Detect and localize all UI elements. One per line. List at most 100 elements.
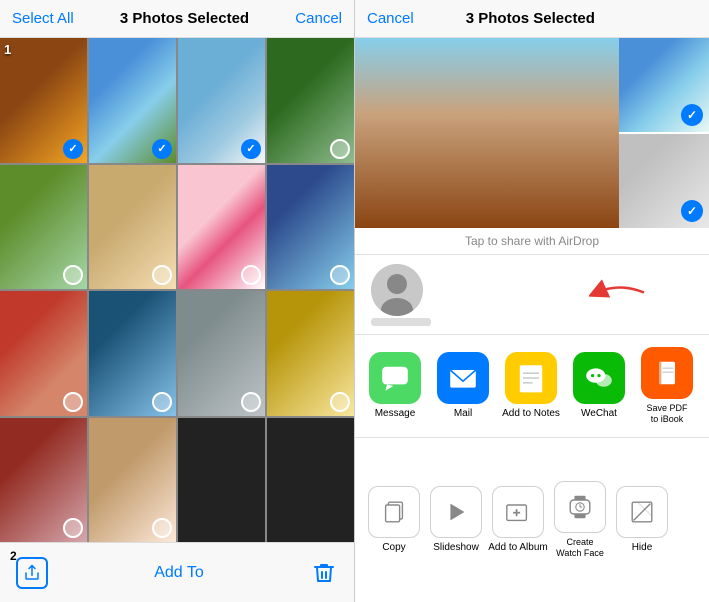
preview-side — [619, 38, 709, 228]
airdrop-hint: Tap to share with AirDrop — [355, 228, 709, 255]
left-panel: Select All 3 Photos Selected Cancel 1 — [0, 0, 355, 602]
wechat-bubble-icon — [583, 362, 615, 394]
action-copy[interactable]: Copy — [363, 486, 425, 554]
people-row — [355, 255, 709, 335]
notes-page-icon — [515, 362, 547, 394]
photo-cell-3[interactable] — [178, 38, 265, 163]
mail-icon — [437, 352, 489, 404]
preview-side-photo-1 — [619, 38, 709, 132]
photo-cell-4[interactable] — [267, 38, 354, 163]
slideshow-play-icon — [442, 498, 470, 526]
app-ibooks[interactable]: Save PDFto iBook — [635, 347, 699, 425]
photo-check-7 — [241, 265, 261, 285]
photo-check-11 — [241, 392, 261, 412]
photo-grid: 1 — [0, 38, 354, 542]
avatar-icon — [371, 264, 423, 316]
right-panel: Cancel 3 Photos Selected Tap to share wi… — [355, 0, 709, 602]
share-icon — [23, 564, 41, 582]
trash-icon — [312, 561, 336, 585]
action-watch-face-label: CreateWatch Face — [556, 537, 604, 559]
app-wechat-label: WeChat — [581, 408, 617, 420]
photo-cell-2[interactable] — [89, 38, 176, 163]
watch-icon — [566, 493, 594, 521]
mail-envelope-icon — [447, 362, 479, 394]
preview-area — [355, 38, 709, 228]
app-notes[interactable]: Add to Notes — [499, 352, 563, 420]
app-notes-label: Add to Notes — [502, 408, 560, 420]
photo-cell-empty1 — [178, 418, 265, 543]
photo-check-14 — [152, 518, 172, 538]
photo-check-9 — [63, 392, 83, 412]
photo-check-10 — [152, 392, 172, 412]
select-all-button[interactable]: Select All — [12, 10, 74, 27]
app-ibooks-label: Save PDFto iBook — [646, 403, 687, 425]
action-hide[interactable]: Hide — [611, 486, 673, 554]
app-message[interactable]: Message — [363, 352, 427, 420]
photo-check-6 — [152, 265, 172, 285]
photo-check-3 — [241, 139, 261, 159]
message-icon — [369, 352, 421, 404]
photo-check-2 — [152, 139, 172, 159]
actions-row: Copy Slideshow Add to Album — [355, 438, 709, 602]
add-to-button[interactable]: Add To — [154, 564, 204, 582]
photo-check-8 — [330, 265, 350, 285]
message-bubble-icon — [379, 362, 411, 394]
left-header: Select All 3 Photos Selected Cancel — [0, 0, 354, 38]
delete-button[interactable] — [310, 559, 338, 587]
app-mail[interactable]: Mail — [431, 352, 495, 420]
app-mail-label: Mail — [454, 408, 472, 420]
wechat-icon — [573, 352, 625, 404]
watch-face-icon-box — [554, 481, 606, 533]
action-slideshow[interactable]: Slideshow — [425, 486, 487, 554]
action-add-album-label: Add to Album — [488, 542, 547, 554]
ibooks-book-icon — [651, 357, 683, 389]
photo-number-1: 1 — [4, 42, 11, 57]
person-info — [371, 264, 431, 326]
ibooks-icon — [641, 347, 693, 399]
photo-check-12 — [330, 392, 350, 412]
left-footer: 2 Add To — [0, 542, 354, 602]
photo-check-5 — [63, 265, 83, 285]
photo-cell-7[interactable] — [178, 165, 265, 290]
photo-cell-5[interactable] — [0, 165, 87, 290]
left-selected-title: 3 Photos Selected — [120, 10, 249, 27]
action-watch-face[interactable]: CreateWatch Face — [549, 481, 611, 559]
app-message-label: Message — [375, 408, 416, 420]
right-selected-title: 3 Photos Selected — [466, 10, 595, 27]
photo-cell-10[interactable] — [89, 291, 176, 416]
preview-side-photo-2 — [619, 134, 709, 228]
right-cancel-button[interactable]: Cancel — [367, 10, 414, 27]
action-slideshow-label: Slideshow — [433, 542, 479, 554]
photo-cell-6[interactable] — [89, 165, 176, 290]
photo-cell-9[interactable] — [0, 291, 87, 416]
photo-cell-13[interactable] — [0, 418, 87, 543]
hide-icon-box — [616, 486, 668, 538]
left-cancel-button[interactable]: Cancel — [295, 10, 342, 27]
right-header: Cancel 3 Photos Selected — [355, 0, 709, 38]
photo-cell-1[interactable]: 1 — [0, 38, 87, 163]
preview-check-1 — [681, 104, 703, 126]
photo-cell-12[interactable] — [267, 291, 354, 416]
slideshow-icon-box — [430, 486, 482, 538]
person-name-bar — [371, 318, 431, 326]
photo-check-1 — [63, 139, 83, 159]
hide-icon — [628, 498, 656, 526]
photo-check-4 — [330, 139, 350, 159]
share-button[interactable] — [16, 557, 48, 589]
preview-main-photo — [355, 38, 619, 228]
person-avatar — [371, 264, 423, 316]
footer-number: 2 — [10, 549, 17, 563]
photo-check-13 — [63, 518, 83, 538]
apps-row: Message Mail Add to Notes — [355, 335, 709, 438]
photo-cell-11[interactable] — [178, 291, 265, 416]
photo-cell-empty2 — [267, 418, 354, 543]
add-album-icon — [504, 498, 532, 526]
photo-cell-14[interactable] — [89, 418, 176, 543]
action-add-album[interactable]: Add to Album — [487, 486, 549, 554]
red-arrow-icon — [589, 277, 649, 312]
action-hide-label: Hide — [632, 542, 653, 554]
copy-icon-box — [368, 486, 420, 538]
notes-icon — [505, 352, 557, 404]
app-wechat[interactable]: WeChat — [567, 352, 631, 420]
photo-cell-8[interactable] — [267, 165, 354, 290]
